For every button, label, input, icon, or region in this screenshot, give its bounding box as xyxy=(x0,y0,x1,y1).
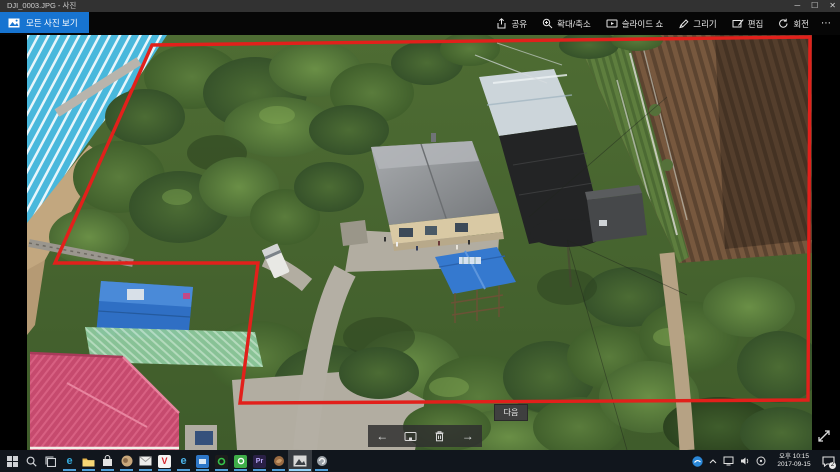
desktop-screen: DJI_0003.JPG - 사진 ─ ☐ ✕ 모든 사진 보기 공유 xyxy=(0,0,840,472)
filmstrip-icon xyxy=(404,431,417,442)
arrow-right-icon: → xyxy=(462,429,474,443)
windows-logo-icon xyxy=(7,456,18,467)
start-button[interactable] xyxy=(3,450,22,472)
arrow-left-icon: ← xyxy=(376,429,388,443)
ime-status-button[interactable] xyxy=(756,456,766,466)
folder-icon xyxy=(82,456,95,467)
dark-shed xyxy=(585,185,647,242)
squirrel-app-icon xyxy=(273,455,285,467)
network-status-button[interactable] xyxy=(723,456,734,466)
internet-explorer-icon: e xyxy=(180,456,186,467)
share-button[interactable]: 공유 xyxy=(496,18,527,30)
chevron-up-icon xyxy=(709,459,717,464)
magnifier-icon xyxy=(542,18,553,29)
photo-nav-bar: ← → xyxy=(368,425,482,447)
task-view-button[interactable] xyxy=(41,450,60,472)
system-tray: 오후 10:15 2017-09-15 2 xyxy=(692,450,838,472)
taskbar-app-icons: e xyxy=(3,450,331,472)
rotate-icon xyxy=(778,18,789,29)
taskbar: e xyxy=(0,450,840,472)
title-bar: DJI_0003.JPG - 사진 ─ ☐ ✕ xyxy=(0,0,840,12)
app-command-bar: 모든 사진 보기 공유 확대/축소 슬라이드 쇼 xyxy=(0,12,840,35)
close-button[interactable]: ✕ xyxy=(829,0,836,12)
green-ring-icon xyxy=(215,455,228,468)
photo-icon xyxy=(8,18,20,28)
action-center-button[interactable]: 2 xyxy=(822,456,835,467)
green-app-button[interactable] xyxy=(231,450,250,472)
swirl-app-button[interactable] xyxy=(312,450,331,472)
next-photo-button[interactable]: → xyxy=(454,425,483,447)
aerial-photo[interactable] xyxy=(27,35,812,450)
green-ring-app-button[interactable] xyxy=(212,450,231,472)
next-tooltip: 다음 xyxy=(494,404,528,421)
notification-count-badge: 2 xyxy=(829,462,836,469)
edit-button[interactable]: 편집 xyxy=(732,18,764,30)
view-all-photos-button[interactable]: 모든 사진 보기 xyxy=(0,12,89,33)
task-view-icon xyxy=(45,456,56,467)
view-all-photos-label: 모든 사진 보기 xyxy=(26,17,78,29)
photos-app-icon xyxy=(293,455,307,467)
slideshow-icon xyxy=(606,18,618,29)
toolbar-actions: 공유 확대/축소 슬라이드 쇼 그리기 xyxy=(481,12,832,35)
photos-app-button[interactable] xyxy=(288,450,312,472)
v3-shield-icon: V xyxy=(158,455,171,468)
mail-app-button[interactable] xyxy=(136,450,155,472)
blue-circle-app-icon xyxy=(692,456,703,467)
clock-date: 2017-09-15 xyxy=(772,461,816,469)
taskbar-clock[interactable]: 오후 10:15 2017-09-15 xyxy=(772,453,816,469)
photo-stage: 다음 ← → xyxy=(0,35,840,450)
taskbar-store-button[interactable] xyxy=(98,450,117,472)
network-monitor-icon xyxy=(723,456,734,466)
minimize-button[interactable]: ─ xyxy=(794,0,800,12)
edge-icon: e xyxy=(66,456,72,467)
ellipsis-icon: ⋯ xyxy=(821,18,832,29)
taskbar-file-explorer-button[interactable] xyxy=(79,450,98,472)
tray-blue-app-button[interactable] xyxy=(692,456,703,467)
hamster-app-icon xyxy=(121,455,133,467)
round-status-icon xyxy=(756,456,766,466)
previous-photo-button[interactable]: ← xyxy=(368,425,397,447)
fullscreen-toggle-button[interactable] xyxy=(816,428,832,444)
maximize-button[interactable]: ☐ xyxy=(811,0,818,12)
slideshow-button[interactable]: 슬라이드 쇼 xyxy=(606,18,663,30)
edit-icon xyxy=(732,18,744,29)
tan-app-button[interactable] xyxy=(117,450,136,472)
volume-button[interactable] xyxy=(740,456,750,466)
taskbar-search-button[interactable] xyxy=(22,450,41,472)
internet-explorer-button[interactable]: e xyxy=(174,450,193,472)
filmstrip-button[interactable] xyxy=(397,425,426,447)
draw-button[interactable]: 그리기 xyxy=(678,18,716,30)
search-icon xyxy=(26,456,37,467)
pen-icon xyxy=(678,18,689,29)
premiere-button[interactable]: Pr xyxy=(250,450,269,472)
zoom-button[interactable]: 확대/축소 xyxy=(542,18,591,30)
green-app-icon xyxy=(234,455,247,468)
premiere-icon: Pr xyxy=(253,455,266,468)
clock-time: 오후 10:15 xyxy=(772,453,816,461)
tray-overflow-button[interactable] xyxy=(709,459,717,464)
blue-app-button[interactable] xyxy=(193,450,212,472)
blue-app-icon xyxy=(196,455,209,468)
rotate-button[interactable]: 회전 xyxy=(778,18,809,30)
share-icon xyxy=(496,18,507,29)
speaker-icon xyxy=(740,456,750,466)
taskbar-edge-button[interactable]: e xyxy=(60,450,79,472)
see-more-button[interactable]: ⋯ xyxy=(821,18,832,29)
trash-icon xyxy=(434,430,445,442)
brown-app-button[interactable] xyxy=(269,450,288,472)
v3-antivirus-button[interactable]: V xyxy=(155,450,174,472)
delete-button[interactable] xyxy=(425,425,454,447)
window-title: DJI_0003.JPG - 사진 xyxy=(7,0,76,12)
store-bag-icon xyxy=(102,455,113,467)
expand-diagonal-icon xyxy=(819,431,829,441)
mail-icon xyxy=(139,456,152,466)
swirl-app-icon xyxy=(316,455,328,467)
